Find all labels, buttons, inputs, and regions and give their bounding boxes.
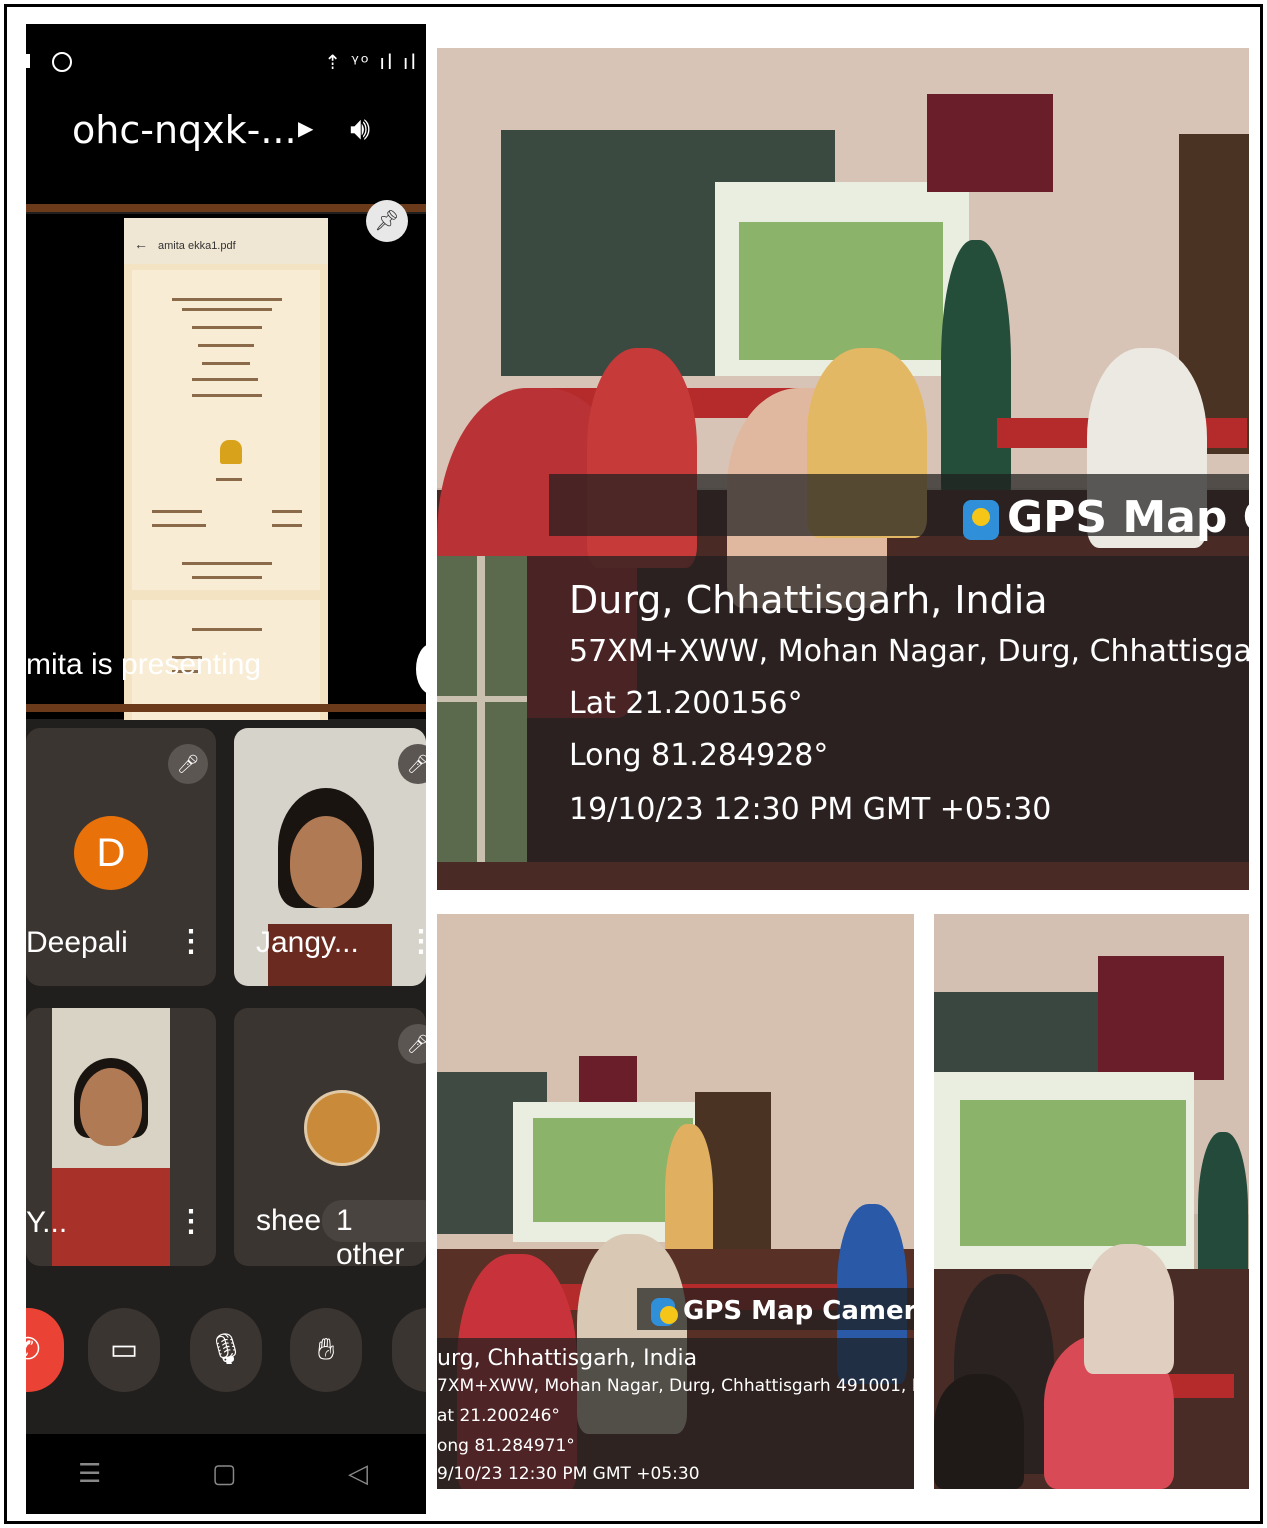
student <box>1084 1244 1174 1374</box>
projector-screen <box>934 1072 1194 1272</box>
participant-tile[interactable]: 🎤︎ D Deepali ⋮ <box>26 728 216 986</box>
pdf-filename: amita ekka1.pdf <box>158 240 236 252</box>
address: 7XM+XWW, Mohan Nagar, Durg, Chhattisgarh… <box>437 1376 914 1396</box>
chevron-right-icon[interactable]: ▶ <box>298 116 313 141</box>
participant-tile[interactable]: 🎤︎ shee 1 other <box>234 1008 426 1266</box>
hang-up-button[interactable]: ✆ <box>26 1308 64 1392</box>
divider <box>26 704 426 712</box>
mic-off-icon: 🎤︎ <box>168 744 208 784</box>
participant-tile[interactable]: Y... ⋮ <box>26 1008 216 1266</box>
projector-screen <box>715 182 969 376</box>
speaker-icon[interactable]: 🔊︎ <box>350 110 370 148</box>
longitude: ong 81.284971° <box>437 1436 575 1456</box>
avatar: D <box>74 816 148 890</box>
gps-brand: GPS Map C <box>963 492 1249 543</box>
more-options-icon[interactable]: ⋮ <box>406 924 426 959</box>
location-title: urg, Chhattisgarh, India <box>437 1346 698 1371</box>
classroom-photo-bottom-right <box>934 914 1249 1489</box>
signal-icons: ⇡ ᵞᵒ ıl ıl <box>324 50 418 74</box>
raise-hand-button[interactable]: ✋︎ <box>290 1308 362 1392</box>
address: 57XM+XWW, Mohan Nagar, Durg, Chhattisgar… <box>569 634 1249 669</box>
presenting-label: mita is presenting <box>26 648 262 681</box>
presentation-area: ← amita ekka1.pdf <box>26 214 426 720</box>
datetime: 19/10/23 12:30 PM GMT +05:30 <box>569 792 1052 827</box>
participant-name: Jangy... <box>256 926 359 959</box>
presenter <box>941 240 1011 510</box>
wall-poster <box>1098 956 1224 1080</box>
whatsapp-icon <box>52 52 72 72</box>
status-bar: ⇡ ᵞᵒ ıl ıl <box>26 24 426 94</box>
student <box>934 1374 1024 1489</box>
pdf-page <box>132 270 320 590</box>
back-arrow-icon: ← <box>134 236 148 252</box>
location-title: Durg, Chhattisgarh, India <box>569 578 1048 622</box>
classroom-photo-bottom-left: GPS Map Camera urg, Chhattisgarh, India … <box>437 914 914 1489</box>
wall-poster <box>579 1056 637 1102</box>
latitude: Lat 21.200156° <box>569 686 803 721</box>
participant-video <box>52 1008 170 1266</box>
status-dot <box>26 54 30 68</box>
shared-pdf: ← amita ekka1.pdf <box>124 218 328 720</box>
latitude: at 21.200246° <box>437 1406 560 1426</box>
home-icon[interactable]: ▢ <box>212 1458 237 1489</box>
wall-poster <box>927 94 1053 192</box>
avatar <box>304 1090 380 1166</box>
android-nav-bar: ☰ ▢ ◁ <box>26 1434 426 1514</box>
call-controls: ✆ ▭ 🎙︎ ✋︎ <box>26 1304 426 1414</box>
gps-brand: GPS Map Camera <box>651 1296 914 1326</box>
more-options-icon[interactable]: ⋮ <box>176 1204 206 1239</box>
gps-camera-icon <box>651 1297 678 1326</box>
longitude: Long 81.284928° <box>569 738 829 773</box>
recents-icon[interactable]: ☰ <box>78 1458 101 1489</box>
participant-tile[interactable]: 🎤︎ Jangy... ⋮ <box>234 728 426 986</box>
classroom-photo-main: GPS Map C Durg, Chhattisgarh, India 57XM… <box>437 48 1249 890</box>
participant-name: shee <box>256 1204 322 1237</box>
satellite-map-thumbnail <box>437 556 527 862</box>
google-meet-screenshot: ⇡ ᵞᵒ ıl ıl ohc-nqxk-... ▶ 🔊︎ ← amita ekk… <box>26 24 426 1514</box>
more-button[interactable] <box>392 1308 426 1392</box>
others-count: 1 other <box>336 1204 405 1266</box>
camera-button[interactable]: ▭ <box>88 1308 160 1392</box>
pin-icon[interactable]: 📌︎ <box>366 200 408 242</box>
divider <box>26 204 426 212</box>
gps-camera-icon <box>963 500 999 540</box>
microphone-button[interactable]: 🎙︎ <box>190 1308 262 1392</box>
mic-off-icon: 🎤︎ <box>398 1024 426 1064</box>
meeting-code[interactable]: ohc-nqxk-... <box>72 108 297 152</box>
university-emblem <box>220 440 242 464</box>
participant-name: Y... <box>26 1206 68 1239</box>
pdf-toolbar: ← amita ekka1.pdf <box>124 218 328 264</box>
participant-name: Deepali <box>26 926 128 959</box>
datetime: 9/10/23 12:30 PM GMT +05:30 <box>437 1464 700 1484</box>
back-icon[interactable]: ◁ <box>348 1458 368 1489</box>
more-options-icon[interactable]: ⋮ <box>176 924 206 959</box>
